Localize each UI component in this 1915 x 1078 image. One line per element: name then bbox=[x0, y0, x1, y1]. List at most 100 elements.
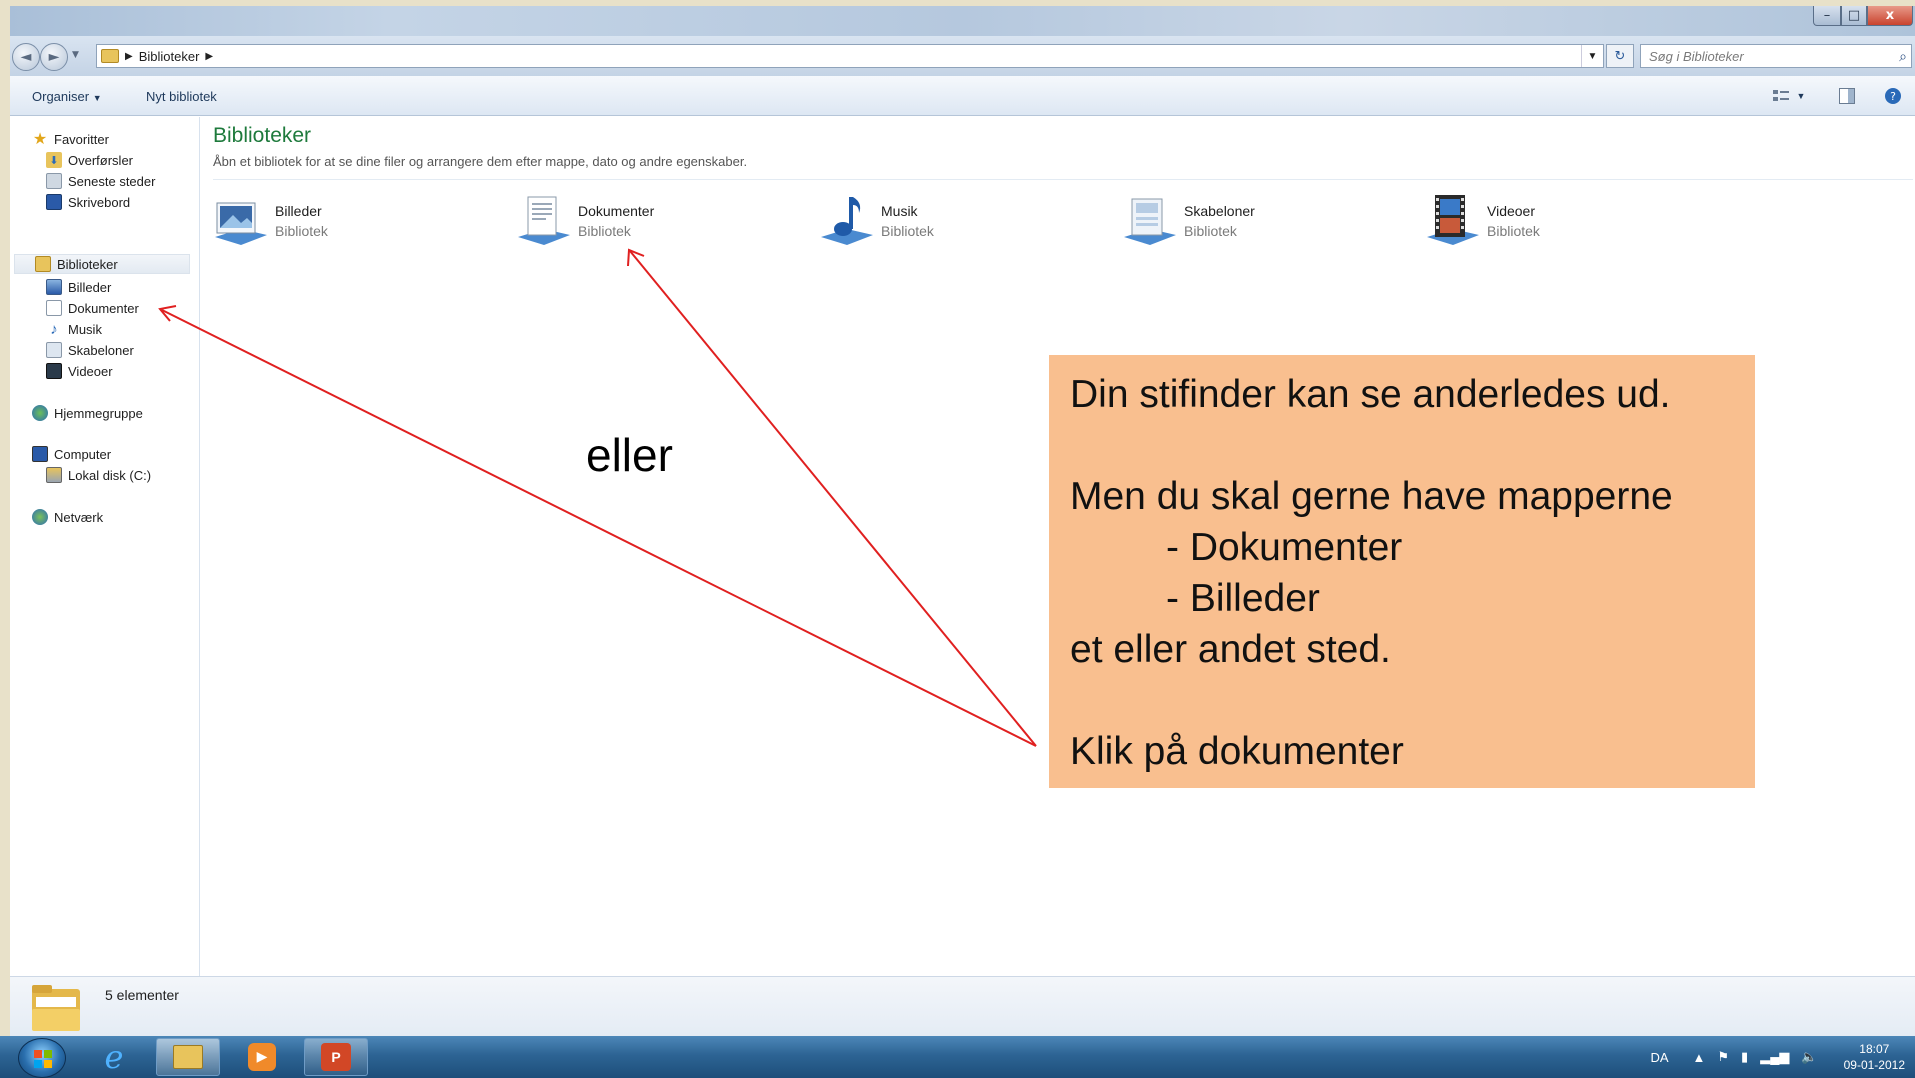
libraries-folder-icon bbox=[101, 49, 119, 63]
powerpoint-icon: P bbox=[321, 1043, 351, 1071]
explorer-folder-icon bbox=[173, 1045, 203, 1069]
action-center-flag-icon[interactable]: ⚑ bbox=[1717, 1049, 1729, 1065]
breadcrumb-biblioteker[interactable]: Biblioteker bbox=[139, 49, 200, 64]
documents-library-icon bbox=[518, 196, 570, 245]
sidebar-item-musik[interactable]: ♪ Musik bbox=[46, 319, 102, 339]
search-icon[interactable]: ⌕ bbox=[1899, 48, 1907, 65]
organize-label: Organiser bbox=[32, 89, 90, 104]
sidebar-item-dokumenter[interactable]: Dokumenter bbox=[46, 298, 139, 318]
change-view-icon[interactable] bbox=[1772, 87, 1790, 105]
videos-library-icon bbox=[1427, 195, 1479, 245]
taskbar-explorer[interactable] bbox=[156, 1038, 220, 1076]
breadcrumb-separator-icon[interactable]: ▶ bbox=[205, 51, 213, 62]
volume-icon[interactable]: 🔈 bbox=[1801, 1049, 1817, 1065]
window-controls: – □ x bbox=[1813, 6, 1913, 26]
command-bar: Organiser ▼ Nyt bibliotek ▼ ? bbox=[10, 76, 1915, 116]
downloads-icon: ⬇ bbox=[46, 152, 62, 168]
callout-line: - Billeder bbox=[1166, 577, 1320, 620]
forward-button[interactable]: ► bbox=[40, 43, 68, 71]
sidebar-item-favoritter[interactable]: ★ Favoritter bbox=[32, 129, 109, 149]
back-button[interactable]: ◄ bbox=[12, 43, 40, 71]
callout-line: Din stifinder kan se anderledes ud. bbox=[1070, 373, 1671, 416]
address-bar[interactable]: ▶ Biblioteker ▶ ▼ bbox=[96, 44, 1604, 68]
local-disk-icon bbox=[46, 467, 62, 483]
library-name: Billeder bbox=[275, 203, 322, 219]
navigation-bar: ◄ ► ▼ ▶ Biblioteker ▶ ▼ ↻ Søg i Bibliote… bbox=[10, 36, 1915, 76]
status-bar: 5 elementer bbox=[10, 976, 1915, 1036]
clock-time: 18:07 bbox=[1859, 1042, 1890, 1056]
library-item-videoer[interactable]: Videoer Bibliotek bbox=[1423, 193, 1713, 253]
minimize-button[interactable]: – bbox=[1813, 6, 1841, 26]
sidebar-item-label: Skabeloner bbox=[68, 342, 134, 358]
sidebar-item-overforsler[interactable]: ⬇ Overførsler bbox=[46, 150, 133, 170]
sidebar-item-videoer[interactable]: Videoer bbox=[46, 361, 113, 381]
videos-icon bbox=[46, 363, 62, 379]
sidebar-item-lokal-disk[interactable]: Lokal disk (C:) bbox=[46, 465, 151, 485]
language-indicator[interactable]: DA bbox=[1650, 1050, 1668, 1065]
network-signal-icon[interactable]: ▂▄▆ bbox=[1760, 1049, 1789, 1065]
callout-line: - Dokumenter bbox=[1166, 526, 1403, 569]
item-count: 5 elementer bbox=[105, 987, 179, 1003]
sidebar-item-label: Dokumenter bbox=[68, 300, 139, 316]
power-icon[interactable]: ▮ bbox=[1741, 1049, 1748, 1065]
start-button[interactable] bbox=[18, 1038, 66, 1078]
eller-label: eller bbox=[586, 429, 673, 481]
view-options-dropdown-icon[interactable]: ▼ bbox=[1792, 87, 1810, 105]
sidebar-item-label: Seneste steder bbox=[68, 173, 156, 189]
sidebar-item-label: Videoer bbox=[68, 363, 113, 379]
homegroup-icon bbox=[32, 405, 48, 421]
library-item-dokumenter[interactable]: Dokumenter Bibliotek bbox=[514, 193, 804, 253]
navigation-pane: ★ Favoritter ⬇ Overførsler Seneste stede… bbox=[10, 117, 200, 977]
help-icon[interactable]: ? bbox=[1884, 87, 1902, 105]
organize-button[interactable]: Organiser ▼ bbox=[32, 89, 102, 104]
pictures-library-icon bbox=[215, 202, 267, 245]
close-button[interactable]: x bbox=[1867, 6, 1913, 26]
library-type: Bibliotek bbox=[1487, 223, 1540, 239]
media-player-icon: ▶ bbox=[248, 1043, 276, 1071]
sidebar-item-biblioteker[interactable]: Biblioteker bbox=[14, 254, 190, 274]
sidebar-item-label: Computer bbox=[54, 446, 112, 462]
maximize-button[interactable]: □ bbox=[1841, 6, 1867, 26]
breadcrumb-separator-icon[interactable]: ▶ bbox=[125, 51, 133, 62]
internet-explorer-icon: e bbox=[104, 1038, 124, 1076]
desktop-icon bbox=[46, 194, 62, 210]
library-item-musik[interactable]: Musik Bibliotek bbox=[817, 193, 1107, 253]
sidebar-item-billeder[interactable]: Billeder bbox=[46, 277, 111, 297]
sidebar-item-seneste-steder[interactable]: Seneste steder bbox=[46, 171, 155, 191]
libraries-folder-icon bbox=[32, 985, 80, 1031]
library-item-billeder[interactable]: Billeder Bibliotek bbox=[211, 193, 501, 253]
windows-logo-icon bbox=[34, 1050, 52, 1068]
sidebar-item-label: Hjemmegruppe bbox=[54, 405, 143, 421]
callout-line: Men du skal gerne have mapperne bbox=[1070, 475, 1673, 518]
computer-icon bbox=[32, 446, 48, 462]
refresh-button[interactable]: ↻ bbox=[1606, 44, 1634, 68]
sidebar-item-netvaerk[interactable]: Netværk bbox=[32, 507, 103, 527]
sidebar-item-label: Netværk bbox=[54, 509, 104, 525]
divider bbox=[213, 179, 1913, 180]
star-icon: ★ bbox=[32, 131, 48, 148]
recent-places-icon bbox=[46, 173, 62, 189]
sidebar-item-skrivebord[interactable]: Skrivebord bbox=[46, 192, 130, 212]
network-icon bbox=[32, 509, 48, 525]
search-input[interactable]: Søg i Biblioteker ⌕ bbox=[1640, 44, 1912, 68]
sidebar-item-computer-row[interactable]: Computer bbox=[32, 444, 111, 464]
callout-line bbox=[1070, 420, 1755, 471]
clock-date: 09-01-2012 bbox=[1843, 1058, 1905, 1072]
instruction-callout: Din stifinder kan se anderledes ud. Men … bbox=[1049, 355, 1755, 788]
new-library-button[interactable]: Nyt bibliotek bbox=[146, 89, 217, 104]
recent-pages-dropdown-icon[interactable]: ▼ bbox=[72, 50, 79, 60]
taskbar-internet-explorer[interactable]: e bbox=[82, 1038, 146, 1076]
taskbar-media-player[interactable]: ▶ bbox=[230, 1038, 294, 1076]
library-item-skabeloner[interactable]: Skabeloner Bibliotek bbox=[1120, 193, 1410, 253]
taskbar-powerpoint[interactable]: P bbox=[304, 1038, 368, 1076]
callout-line bbox=[1070, 675, 1755, 726]
sidebar-item-hjemmegruppe[interactable]: Hjemmegruppe bbox=[32, 403, 143, 423]
library-type: Bibliotek bbox=[1184, 223, 1237, 239]
show-hidden-icons-icon[interactable]: ▲ bbox=[1693, 1050, 1706, 1065]
sidebar-item-label: Lokal disk (C:) bbox=[68, 467, 152, 483]
address-dropdown-icon[interactable]: ▼ bbox=[1581, 45, 1603, 67]
clock[interactable]: 18:07 09-01-2012 bbox=[1844, 1041, 1905, 1073]
library-name: Videoer bbox=[1487, 203, 1536, 219]
preview-pane-icon[interactable] bbox=[1838, 87, 1856, 105]
sidebar-item-skabeloner[interactable]: Skabeloner bbox=[46, 340, 134, 360]
